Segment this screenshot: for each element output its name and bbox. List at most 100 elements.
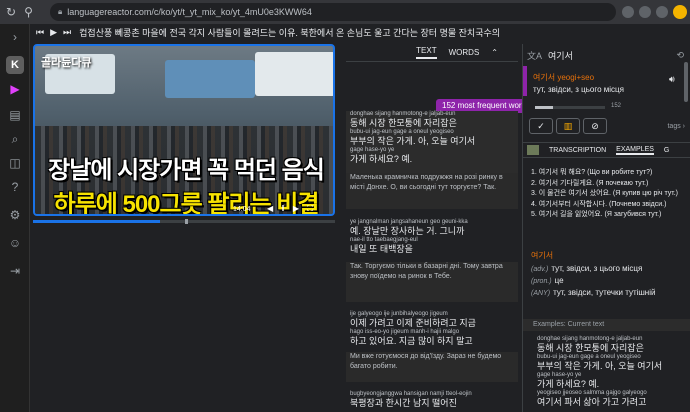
- definition-item: (pron.) це: [531, 276, 687, 287]
- search-icon[interactable]: ⌕: [8, 132, 22, 146]
- video-controls[interactable]: ◀ ‖ ▶ ⛶: [267, 204, 316, 214]
- speaker-icon[interactable]: 🔊︎: [669, 74, 675, 85]
- example-item: 1. 여기서 뭐 해요? (Що ви робите тут?): [531, 169, 653, 176]
- ignore-word-button[interactable]: ⊘: [583, 118, 607, 134]
- video-progress-bar[interactable]: [33, 219, 335, 224]
- site-info-icon[interactable]: ⚲: [24, 5, 33, 19]
- browser-nav: ↻ ⚲: [0, 5, 46, 19]
- person-icon[interactable]: ☺: [8, 236, 22, 250]
- url-field[interactable]: 🔒︎ languagereactor.com/c/ko/yt/t_yt_mix_…: [50, 3, 616, 21]
- tent-shape: [165, 60, 255, 98]
- romanization-line: ye jangnalman jangsahaneun geo geuni-kka: [350, 219, 468, 225]
- korean-line[interactable]: 예. 장날만 장사하는 거. 그니까: [350, 226, 514, 237]
- romanization-line: donghae sijang hanmotong-e jaljab-eun: [350, 111, 456, 117]
- chat-icon[interactable]: ◫: [8, 156, 22, 170]
- search-word[interactable]: 여기서: [548, 49, 573, 62]
- subtitle-block[interactable]: donghae sijang hanmotong-e jaljab-eun 동해…: [346, 111, 518, 173]
- translation-block: Маленька крамничка подружжя на розі ринк…: [346, 173, 518, 209]
- video-player[interactable]: 골라듄다큐 장날에 시장가면 꼭 먹던 음식 하루에 500그릇 팔리는 비결 …: [33, 44, 335, 216]
- video-thumbnail: [527, 145, 539, 155]
- korean-line[interactable]: 이제 가려고 이제 준비하려고 지금: [350, 318, 514, 329]
- entry-word: 여기서: [533, 73, 556, 82]
- dictionary-entry: 여기서 yeogi+seo тут, звідси, з цього місця: [533, 72, 624, 94]
- examples-list: 1. 여기서 뭐 해요? (Що ви робите тут?) 2. 여기서 …: [531, 168, 681, 221]
- korean-line[interactable]: 하고 있어요. 지금 많이 하지 말고: [350, 336, 514, 347]
- language-badge[interactable]: K: [6, 56, 24, 74]
- ban-icon: ⊘: [591, 121, 599, 131]
- tags-link[interactable]: tags ›: [667, 123, 685, 130]
- progress-knob[interactable]: [185, 219, 188, 224]
- url-text: languagereactor.com/c/ko/yt/t_yt_mix_ko/…: [67, 7, 312, 17]
- korean-line[interactable]: 동해 시장 한모퉁에 자리잡은: [350, 118, 514, 129]
- tab-examples[interactable]: EXAMPLES: [616, 146, 654, 155]
- extension-icon[interactable]: [656, 6, 668, 18]
- definition-text: це: [554, 276, 564, 285]
- definitions-title: 여기서: [531, 251, 554, 260]
- next-icon[interactable]: ⏭: [63, 27, 71, 38]
- video-caption-line1: 장날에 시장가면 꼭 먹던 음식: [48, 157, 325, 184]
- tab-transcription[interactable]: TRANSCRIPTION: [549, 147, 606, 154]
- collapse-icon[interactable]: ⌃: [491, 48, 498, 57]
- extension-icon[interactable]: [639, 6, 651, 18]
- romanization-line: donghae sijang hanmotong-e jaljab-eun: [537, 336, 643, 342]
- example-item: 2. 여기서 기다릴게요. (Я почекаю тут.): [531, 179, 649, 187]
- play-pause-icon[interactable]: ▶: [50, 27, 57, 38]
- entry-translation: тут, звідси, з цього місця: [533, 85, 624, 94]
- dictionary-scrollbar[interactable]: [684, 62, 688, 102]
- reload-icon[interactable]: ↻: [6, 5, 16, 19]
- korean-line[interactable]: 북평장과 한시간 남지 떨어진: [350, 398, 514, 409]
- help-icon[interactable]: ?: [8, 180, 22, 194]
- player-toolbar: ⏮ ▶ ⏭ 컵접산풍 뻬콩촌 마을에 전국 각지 사람들이 몰려드는 이유. 북…: [30, 24, 518, 40]
- progress-fill: [33, 220, 160, 223]
- expand-sidebar-icon[interactable]: ›: [8, 30, 22, 44]
- translation-block: Так. Торгуємо тільки в базарні дні. Тому…: [346, 262, 518, 302]
- part-of-speech: (pron.): [531, 278, 552, 285]
- exit-icon[interactable]: ⇥: [8, 264, 22, 278]
- tab-words[interactable]: WORDS: [449, 48, 480, 57]
- subtitle-block[interactable]: ye jangnalman jangsahaneun geo geuni-kka…: [346, 219, 518, 259]
- translation-line: Маленька крамничка подружжя на розі ринк…: [350, 174, 503, 191]
- history-icon[interactable]: ⟲: [676, 50, 684, 61]
- play-icon[interactable]: ▶: [8, 82, 22, 96]
- profile-avatar[interactable]: [673, 5, 687, 19]
- current-text-example: donghae sijang hanmotong-e jaljab-eun 동해…: [537, 336, 687, 408]
- dictionary-tabs: TRANSCRIPTION EXAMPLES G: [523, 142, 690, 158]
- entry-romanization: yeogi+seo: [557, 73, 595, 82]
- romanization-line: yeogiseo jjeoseo salmma gajgo galyeogo: [537, 390, 647, 396]
- tab-more[interactable]: G: [664, 147, 669, 154]
- frequency-bar: [535, 106, 605, 109]
- prev-icon[interactable]: ⏮: [36, 27, 44, 38]
- definition-text: тут, звідси, з цього місця: [551, 264, 643, 273]
- romanization-line: bubu-ui jag-eun gage a oneul yeogiseo: [537, 354, 641, 360]
- romanization-line: ije galyeogo ije junbihalyeogo jigeum: [350, 311, 448, 317]
- dictionary-search[interactable]: 文A 여기서 ⟲: [523, 44, 690, 66]
- frequency-rank: 152: [611, 103, 622, 109]
- example-item: 5. 여기서 길을 잃었어요. (Я загубився тут.): [531, 211, 662, 218]
- korean-line[interactable]: 가게 하세요? 예.: [350, 154, 514, 165]
- lock-icon: 🔒︎: [58, 7, 63, 16]
- browser-address-bar: ↻ ⚲ 🔒︎ languagereactor.com/c/ko/yt/t_yt_…: [0, 0, 690, 24]
- example-item: 3. 이 물건은 여기서 샀어요. (Я купив цю річ тут.): [531, 190, 678, 197]
- tent-shape: [255, 52, 333, 96]
- tags-label: tags: [667, 122, 681, 130]
- part-of-speech: (adv.): [531, 266, 549, 273]
- book-icon[interactable]: ▤: [8, 108, 22, 122]
- definition-text: тут, звідси, тутечки тутішній: [553, 288, 656, 297]
- subtitle-block[interactable]: bugbyeongjanggwa hansigan namji tteol-eo…: [346, 391, 518, 412]
- word-actions: ✓ ▥ ⊘ tags ›: [529, 118, 685, 134]
- current-text-header: Examples: Current text: [523, 319, 690, 331]
- save-word-button[interactable]: ▥: [556, 118, 580, 134]
- settings-icon[interactable]: ⚙: [8, 208, 22, 222]
- word-highlight-bar: [523, 66, 527, 96]
- korean-line: 동해 시장 한모퉁에 자리잡은: [537, 343, 644, 353]
- korean-line[interactable]: 부부의 작은 가게. 아, 오늘 여기서: [350, 136, 514, 147]
- korean-line[interactable]: 내일 또 태백장을: [350, 244, 514, 255]
- extension-icon[interactable]: [622, 6, 634, 18]
- example-item: 4. 여기서부터 시작합시다. (Почнемо звідси.): [531, 200, 667, 208]
- mark-known-button[interactable]: ✓: [529, 118, 553, 134]
- part-of-speech: (ANY): [531, 290, 551, 297]
- subtitle-block[interactable]: ije galyeogo ije junbihalyeogo jigeum 이제…: [346, 311, 518, 351]
- dictionary-panel: 文A 여기서 ⟲ 여기서 yeogi+seo тут, звідси, з ць…: [522, 44, 690, 412]
- tab-text[interactable]: TEXT: [416, 46, 437, 59]
- romanization-line: gage hase-yo ye: [537, 372, 582, 378]
